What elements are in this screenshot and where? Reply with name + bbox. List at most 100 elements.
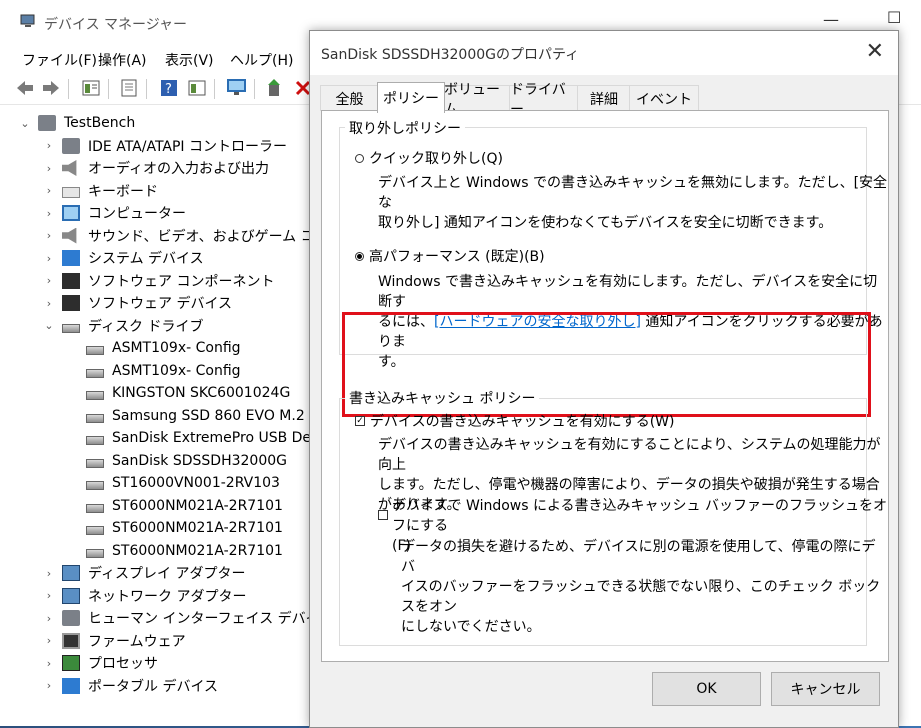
tree-category[interactable]: › IDE ATA/ATAPI コントローラー	[42, 135, 287, 157]
software-device-icon	[62, 295, 80, 311]
disk-drive-icon	[86, 436, 104, 445]
tree-category[interactable]: › ファームウェア	[42, 630, 186, 652]
help-icon[interactable]: ?	[158, 77, 180, 99]
turn-off-flushing-checkbox[interactable]	[378, 510, 388, 520]
tree-item-disk[interactable]: ST6000NM021A-2R7101	[86, 540, 283, 562]
back-arrow-icon[interactable]	[14, 77, 36, 99]
tree-item-disk[interactable]: SanDisk SDSSDH32000G	[86, 450, 287, 472]
tree-category[interactable]: › ヒューマン インターフェイス デバイス	[42, 607, 320, 629]
toolbar-separator	[68, 79, 69, 99]
chevron-right-icon[interactable]: ›	[42, 567, 56, 580]
speaker-icon	[62, 160, 77, 176]
tab-volume[interactable]: ボリューム	[443, 82, 511, 118]
tree-category[interactable]: › サウンド、ビデオ、およびゲーム コントロー	[42, 225, 320, 247]
enable-write-cache-label: デバイスの書き込みキャッシュを有効にする(W)	[370, 414, 675, 430]
tree-item-disk[interactable]: ASMT109x- Config	[86, 360, 241, 382]
tab-policy[interactable]: ポリシー	[377, 82, 445, 113]
tree-item-disk[interactable]: ASMT109x- Config	[86, 337, 241, 359]
menu-action[interactable]: 操作(A)	[98, 50, 147, 70]
close-icon[interactable]: ✕	[866, 39, 884, 65]
tree-item-disk[interactable]: ST6000NM021A-2R7101	[86, 495, 283, 517]
quick-removal-desc-line-2: 取り外し] 通知アイコンを使わなくてもデバイスを安全に切断できます。	[378, 215, 833, 231]
quick-removal-radio[interactable]	[355, 153, 364, 163]
chevron-right-icon[interactable]: ›	[42, 139, 56, 152]
tree-root[interactable]: ⌄ TestBench	[18, 112, 135, 134]
svg-text:?: ?	[165, 82, 172, 97]
tree-item-disk[interactable]: Samsung SSD 860 EVO M.2 1TB	[86, 405, 320, 427]
tree-category-disk-drives[interactable]: ⌄ ディスク ドライブ	[42, 315, 203, 337]
tree-category[interactable]: › ポータブル デバイス	[42, 675, 218, 697]
tree-category[interactable]: › プロセッサ	[42, 652, 158, 674]
tree-category[interactable]: › ネットワーク アダプター	[42, 585, 246, 607]
menu-view[interactable]: 表示(V)	[165, 50, 214, 70]
tree-item-label: ASMT109x- Config	[112, 340, 241, 356]
tree-item-label: ST6000NM021A-2R7101	[112, 497, 283, 514]
forward-arrow-icon[interactable]	[40, 77, 62, 99]
chevron-right-icon[interactable]: ›	[42, 252, 56, 265]
tab-driver[interactable]: ドライバー	[509, 82, 579, 118]
tree-item-label: ソフトウェア コンポーネント	[88, 273, 275, 290]
quick-removal-description: デバイス上と Windows での書き込みキャッシュを無効にします。ただし、[安…	[378, 173, 888, 233]
document-icon[interactable]	[118, 77, 140, 99]
tree-category[interactable]: › ソフトウェア コンポーネント	[42, 270, 274, 292]
tree-category[interactable]: › コンピューター	[42, 202, 186, 224]
tree-item-label: SanDisk ExtremePro USB Device	[112, 430, 320, 446]
tree-item-label: KINGSTON SKC6001024G	[112, 385, 291, 401]
sound-icon	[62, 227, 77, 244]
chevron-right-icon[interactable]: ›	[42, 207, 56, 220]
toolbar-separator	[214, 79, 215, 99]
tree-category[interactable]: › オーディオの入力および出力	[42, 157, 269, 179]
scan-hardware-icon[interactable]	[226, 77, 248, 99]
tree-category[interactable]: › キーボード	[42, 180, 158, 202]
tree-item-label: TestBench	[64, 115, 136, 131]
enable-write-cache-option[interactable]: ✓ デバイスの書き込みキャッシュを有効にする(W)	[355, 411, 675, 431]
tree-item-disk[interactable]: ST6000NM021A-2R7101	[86, 517, 283, 539]
chevron-right-icon[interactable]: ›	[42, 657, 56, 670]
chevron-right-icon[interactable]: ›	[42, 274, 56, 287]
dialog-title: SanDisk SDSSDH32000Gのプロパティ	[321, 47, 580, 63]
enable-write-cache-checkbox[interactable]: ✓	[355, 416, 365, 426]
chevron-right-icon[interactable]: ›	[42, 162, 56, 175]
tree-item-label: ASMT109x- Config	[112, 362, 241, 379]
chevron-down-icon[interactable]: ⌄	[18, 117, 32, 130]
flush-desc-line-1: データの損失を避けるため、デバイスに別の電源を使用して、停電の際にデバ	[401, 539, 876, 575]
better-performance-option[interactable]: 高パフォーマンス (既定)(B)	[355, 246, 545, 266]
disk-drive-icon	[86, 458, 104, 468]
chevron-right-icon[interactable]: ›	[42, 297, 56, 310]
tree-item-label: ネットワーク アダプター	[88, 588, 247, 605]
minimize-icon[interactable]: —	[823, 10, 839, 29]
tree-category[interactable]: › ディスプレイ アダプター	[42, 562, 245, 584]
chevron-right-icon[interactable]: ›	[42, 589, 56, 602]
chevron-right-icon[interactable]: ›	[42, 634, 56, 647]
disk-drive-icon	[86, 391, 104, 400]
tree-item-disk[interactable]: KINGSTON SKC6001024G	[86, 382, 290, 404]
ide-controller-icon	[62, 137, 80, 154]
tab-details[interactable]: 詳細	[577, 85, 631, 111]
tree-item-label: システム デバイス	[88, 251, 204, 267]
tab-events[interactable]: イベント	[629, 85, 699, 111]
view-pane-icon[interactable]	[186, 77, 208, 99]
chevron-right-icon[interactable]: ›	[42, 679, 56, 692]
update-driver-icon[interactable]	[264, 77, 286, 99]
tree-item-disk[interactable]: SanDisk ExtremePro USB Device	[86, 427, 320, 449]
tree-item-disk[interactable]: ST16000VN001-2RV103	[86, 472, 280, 494]
tree-category[interactable]: › ソフトウェア デバイス	[42, 292, 232, 314]
maximize-icon[interactable]: ☐	[887, 8, 901, 27]
ok-button[interactable]: OK	[652, 672, 761, 706]
toolbar-separator	[146, 79, 147, 99]
flush-desc-line-2: イスのバッファーをフラッシュできる状態でない限り、このチェック ボックスをオン	[401, 579, 881, 615]
menu-file[interactable]: ファイル(F)	[22, 50, 97, 70]
tree-category[interactable]: › システム デバイス	[42, 247, 204, 269]
chevron-right-icon[interactable]: ›	[42, 229, 56, 242]
chevron-right-icon[interactable]: ›	[42, 184, 56, 197]
quick-removal-option[interactable]: クイック取り外し(Q)	[355, 148, 503, 168]
better-performance-radio[interactable]	[355, 251, 364, 261]
properties-pane-icon[interactable]	[80, 77, 102, 99]
chevron-down-icon[interactable]: ⌄	[42, 319, 56, 332]
tab-general[interactable]: 全般	[320, 85, 379, 111]
menu-help[interactable]: ヘルプ(H)	[230, 50, 293, 70]
cancel-button[interactable]: キャンセル	[771, 672, 880, 706]
chevron-right-icon[interactable]: ›	[42, 612, 56, 625]
policy-tab-panel: 取り外しポリシー クイック取り外し(Q) デバイス上と Windows での書き…	[321, 110, 889, 662]
disk-drive-icon	[86, 526, 104, 535]
